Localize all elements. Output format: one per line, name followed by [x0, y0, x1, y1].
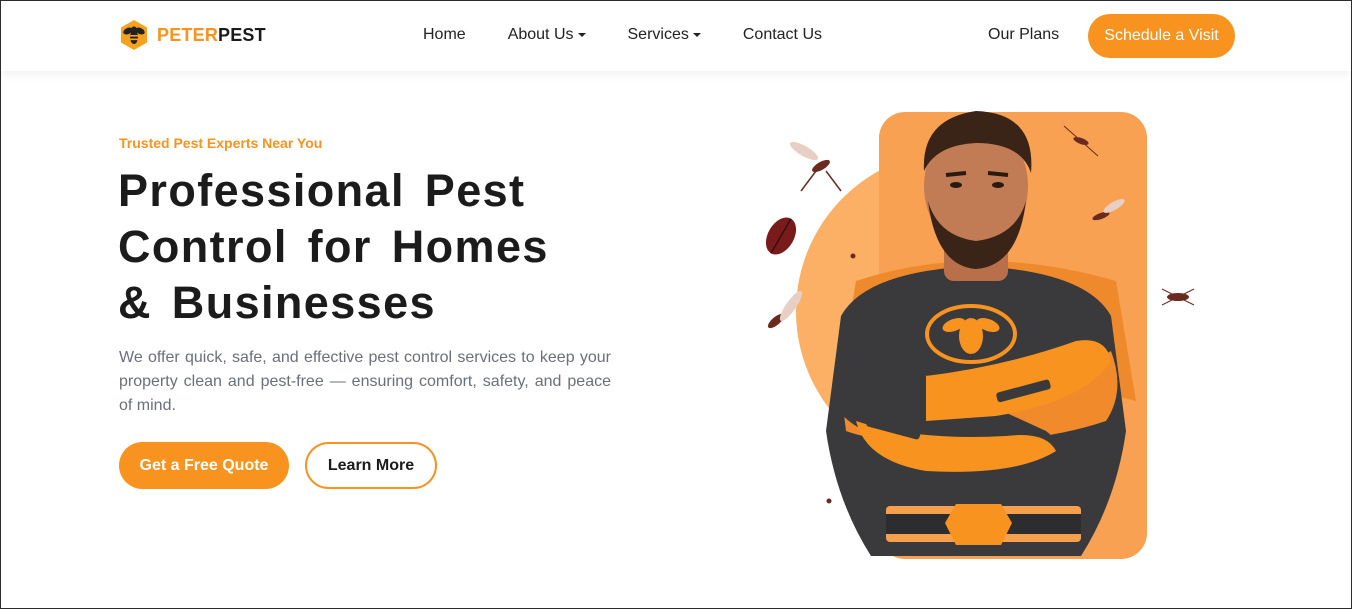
- our-plans-link[interactable]: Our Plans: [988, 25, 1059, 45]
- nav-services-label: Services: [627, 26, 689, 43]
- bee-hexagon-icon: [121, 20, 147, 50]
- learn-more-button[interactable]: Learn More: [305, 442, 437, 489]
- nav-contact-us-label: Contact Us: [742, 26, 822, 43]
- nav-home[interactable]: Home: [423, 25, 466, 45]
- page: PETERPEST Home About Us Services Contact…: [0, 0, 1352, 609]
- schedule-visit-button[interactable]: Schedule a Visit: [1088, 14, 1235, 58]
- brand-name-part1: PETER: [157, 24, 219, 45]
- nav-services[interactable]: Services: [628, 25, 701, 45]
- brand-name: PETERPEST: [157, 25, 266, 46]
- nav-about-us-label: About Us: [507, 26, 574, 43]
- hero-eyebrow: Trusted Pest Experts Near You: [119, 135, 323, 151]
- brand-logo-link[interactable]: PETERPEST: [119, 19, 266, 51]
- hero-title: Professional Pest Control for Homes & Bu…: [118, 163, 638, 331]
- pest-control-superhero-illustration: [765, 111, 1195, 559]
- nav-about-us[interactable]: About Us: [508, 25, 586, 45]
- nav-contact-us[interactable]: Contact Us: [743, 25, 822, 45]
- hero-title-line-1: Professional Pest: [118, 165, 526, 216]
- hero-title-line-3: & Businesses: [118, 277, 436, 328]
- hero-title-line-2: Control for Homes: [118, 221, 549, 272]
- nav-home-label: Home: [423, 26, 466, 43]
- hero-description: We offer quick, safe, and effective pest…: [119, 349, 611, 414]
- mosquito-icon: [789, 141, 842, 192]
- caret-down-icon: [577, 33, 586, 37]
- beetle-icon: [765, 217, 797, 255]
- ant-icon: [1161, 288, 1195, 306]
- site-header: PETERPEST Home About Us Services Contact…: [1, 1, 1351, 71]
- caret-down-icon: [692, 33, 701, 37]
- get-free-quote-button[interactable]: Get a Free Quote: [119, 442, 289, 489]
- main-nav: Home About Us Services Contact Us: [423, 25, 864, 45]
- brand-name-part2: PEST: [218, 24, 266, 45]
